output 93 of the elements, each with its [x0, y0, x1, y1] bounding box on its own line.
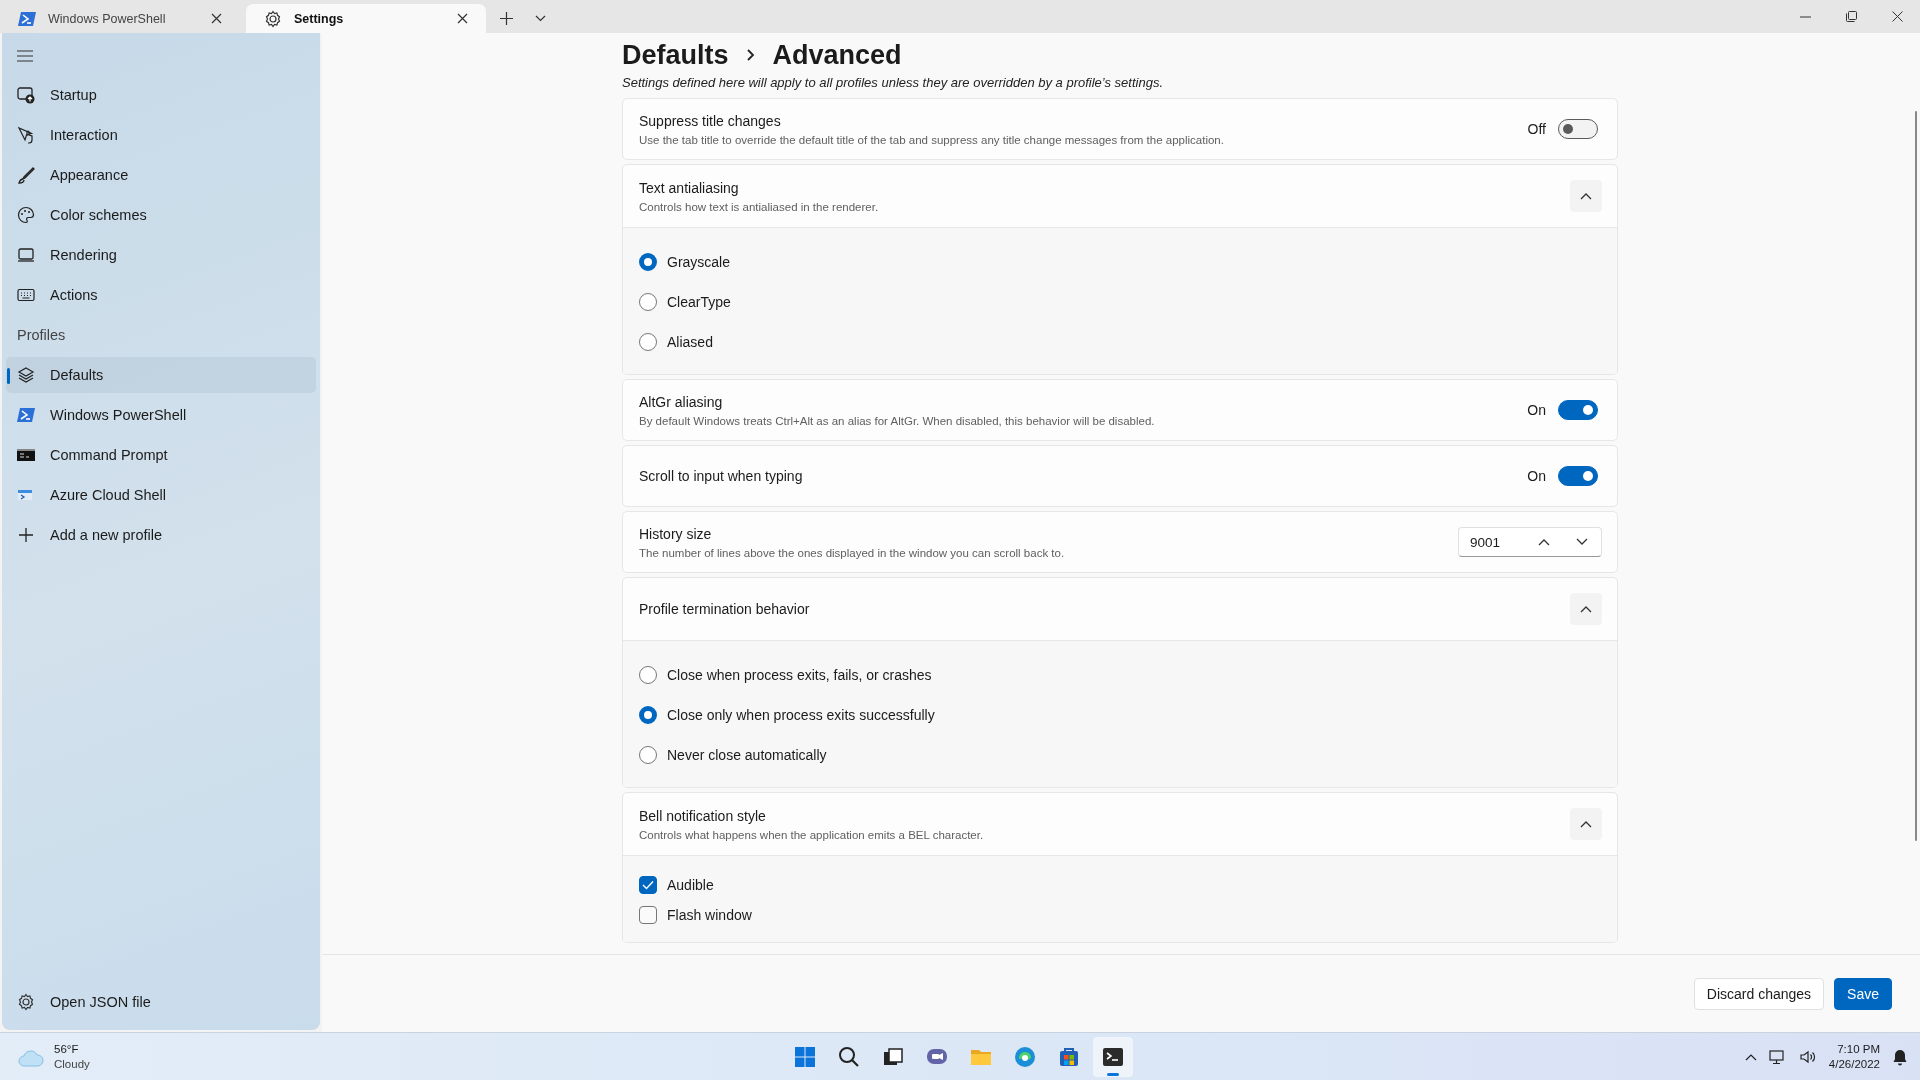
nav-item[interactable]: Appearance	[6, 157, 316, 193]
search-icon	[837, 1044, 861, 1069]
nav-item[interactable]: Startup	[6, 77, 316, 113]
terminal-prompt-icon	[17, 407, 35, 423]
weather-condition: Cloudy	[54, 1056, 90, 1072]
page-description: Settings defined here will apply to all profiles unless they are overridden by a profile’s settings.	[622, 75, 1163, 90]
radio-button[interactable]	[639, 333, 657, 351]
option-label: Close when process exits, fails, or crashes	[667, 667, 932, 683]
radio-button[interactable]	[639, 293, 657, 311]
tab-title: Windows PowerShell	[48, 11, 167, 26]
palette-icon	[17, 206, 35, 224]
chevron-right-icon	[746, 49, 755, 61]
cloud-shell-icon	[17, 487, 35, 503]
setting-title: Scroll to input when typing	[639, 468, 804, 484]
setting-description: By default Windows treats Ctrl+Alt as an alias for AltGr. When disabled, this behavior will be disabled.	[639, 414, 1156, 427]
option-label: Close only when process exits successfully	[667, 707, 935, 723]
nav-item[interactable]: Open JSON file	[6, 984, 316, 1020]
keyboard-icon	[17, 286, 35, 304]
setting-title: AltGr aliasing	[639, 393, 724, 410]
checkbox[interactable]	[639, 876, 657, 894]
toggle-switch[interactable]	[1558, 119, 1598, 139]
checkbox[interactable]	[639, 906, 657, 924]
nav-item[interactable]: Command Prompt	[6, 437, 316, 473]
chevron-up-icon	[1580, 605, 1592, 613]
settings-icon	[264, 9, 282, 28]
toggle-state: On	[1527, 402, 1546, 418]
menu-icon[interactable]	[17, 50, 33, 62]
section-label: Profiles	[17, 327, 66, 343]
chevron-up-icon	[1538, 538, 1550, 546]
start-icon	[793, 1044, 817, 1069]
brush-icon	[17, 166, 35, 184]
check-icon	[642, 880, 654, 890]
chevron-down-icon	[1575, 538, 1588, 546]
speaker-icon[interactable]	[1798, 1048, 1817, 1065]
option-label: Flash window	[667, 907, 752, 923]
breadcrumb-item: Defaults	[622, 39, 729, 71]
radio-button[interactable]	[639, 706, 657, 724]
layers-icon	[17, 366, 35, 384]
setting-description: The number of lines above the ones displayed in the window you can scroll back to.	[639, 546, 1066, 559]
laptop-icon	[17, 246, 35, 264]
chevron-up-icon	[1580, 192, 1592, 200]
toggle-state: Off	[1527, 121, 1546, 137]
nav-item[interactable]: Color schemes	[6, 197, 316, 233]
discard-button[interactable]: Discard changes	[1693, 977, 1825, 1010]
setting-description: Use the tab title to override the default title of the tab and suppress any title change messages from the application.	[639, 133, 1225, 146]
option-label: Audible	[667, 877, 714, 893]
option-label: Never close automatically	[667, 747, 827, 763]
tab[interactable]: Windows PowerShell	[0, 4, 240, 33]
setting-title: Profile termination behavior	[639, 601, 811, 617]
nav-item[interactable]: Azure Cloud Shell	[6, 477, 316, 513]
option-label: Grayscale	[667, 254, 731, 270]
bell-icon[interactable]	[1892, 1047, 1908, 1066]
tab[interactable]: Settings	[246, 4, 486, 33]
temperature: 56°F	[54, 1041, 80, 1057]
setting-title: History size	[639, 525, 713, 542]
nav-item[interactable]: Rendering	[6, 237, 316, 273]
terminal-prompt-icon	[18, 10, 36, 27]
nav-item[interactable]: Interaction	[6, 117, 316, 153]
command-prompt-icon	[17, 447, 35, 463]
tab-title: Settings	[294, 11, 345, 26]
clock-date: 4/26/2022	[1828, 1056, 1880, 1072]
setting-description: Controls what happens when the application emits a BEL character.	[639, 828, 985, 841]
chevron-up-icon[interactable]	[1744, 1052, 1757, 1061]
nav-item[interactable]: Windows PowerShell	[6, 397, 316, 433]
browser-icon	[1013, 1044, 1037, 1069]
plus-icon	[17, 526, 35, 544]
settings-icon	[17, 993, 35, 1011]
toggle-switch[interactable]	[1558, 466, 1598, 486]
setting-title: Suppress title changes	[639, 112, 782, 129]
window-arrow-icon	[17, 86, 35, 104]
decrement-button[interactable]	[1562, 527, 1602, 557]
cursor-hand-icon	[17, 126, 35, 144]
save-button[interactable]: Save	[1834, 977, 1892, 1010]
monitor-icon[interactable]	[1768, 1048, 1787, 1065]
nav-item[interactable]: Add a new profile	[6, 517, 316, 553]
setting-title: Text antialiasing	[639, 179, 740, 196]
toggle-switch[interactable]	[1558, 400, 1598, 420]
radio-button[interactable]	[639, 253, 657, 271]
radio-button[interactable]	[639, 746, 657, 764]
option-label: ClearType	[667, 294, 731, 310]
setting-title: Bell notification style	[639, 807, 767, 824]
option-label: Aliased	[667, 334, 713, 350]
clock-time: 7:10 PM	[1837, 1041, 1880, 1057]
nav-item[interactable]: Defaults	[6, 357, 316, 393]
nav-item[interactable]: Actions	[6, 277, 316, 313]
breadcrumb-item: Advanced	[772, 39, 902, 71]
scrollbar[interactable]	[1915, 111, 1917, 841]
taskbar-app[interactable]	[1093, 1036, 1133, 1077]
chevron-up-icon	[1580, 820, 1592, 828]
toggle-state: On	[1527, 468, 1546, 484]
setting-description: Controls how text is antialiased in the renderer.	[639, 200, 880, 213]
radio-button[interactable]	[639, 666, 657, 684]
number-field[interactable]: 9001	[1458, 527, 1526, 557]
